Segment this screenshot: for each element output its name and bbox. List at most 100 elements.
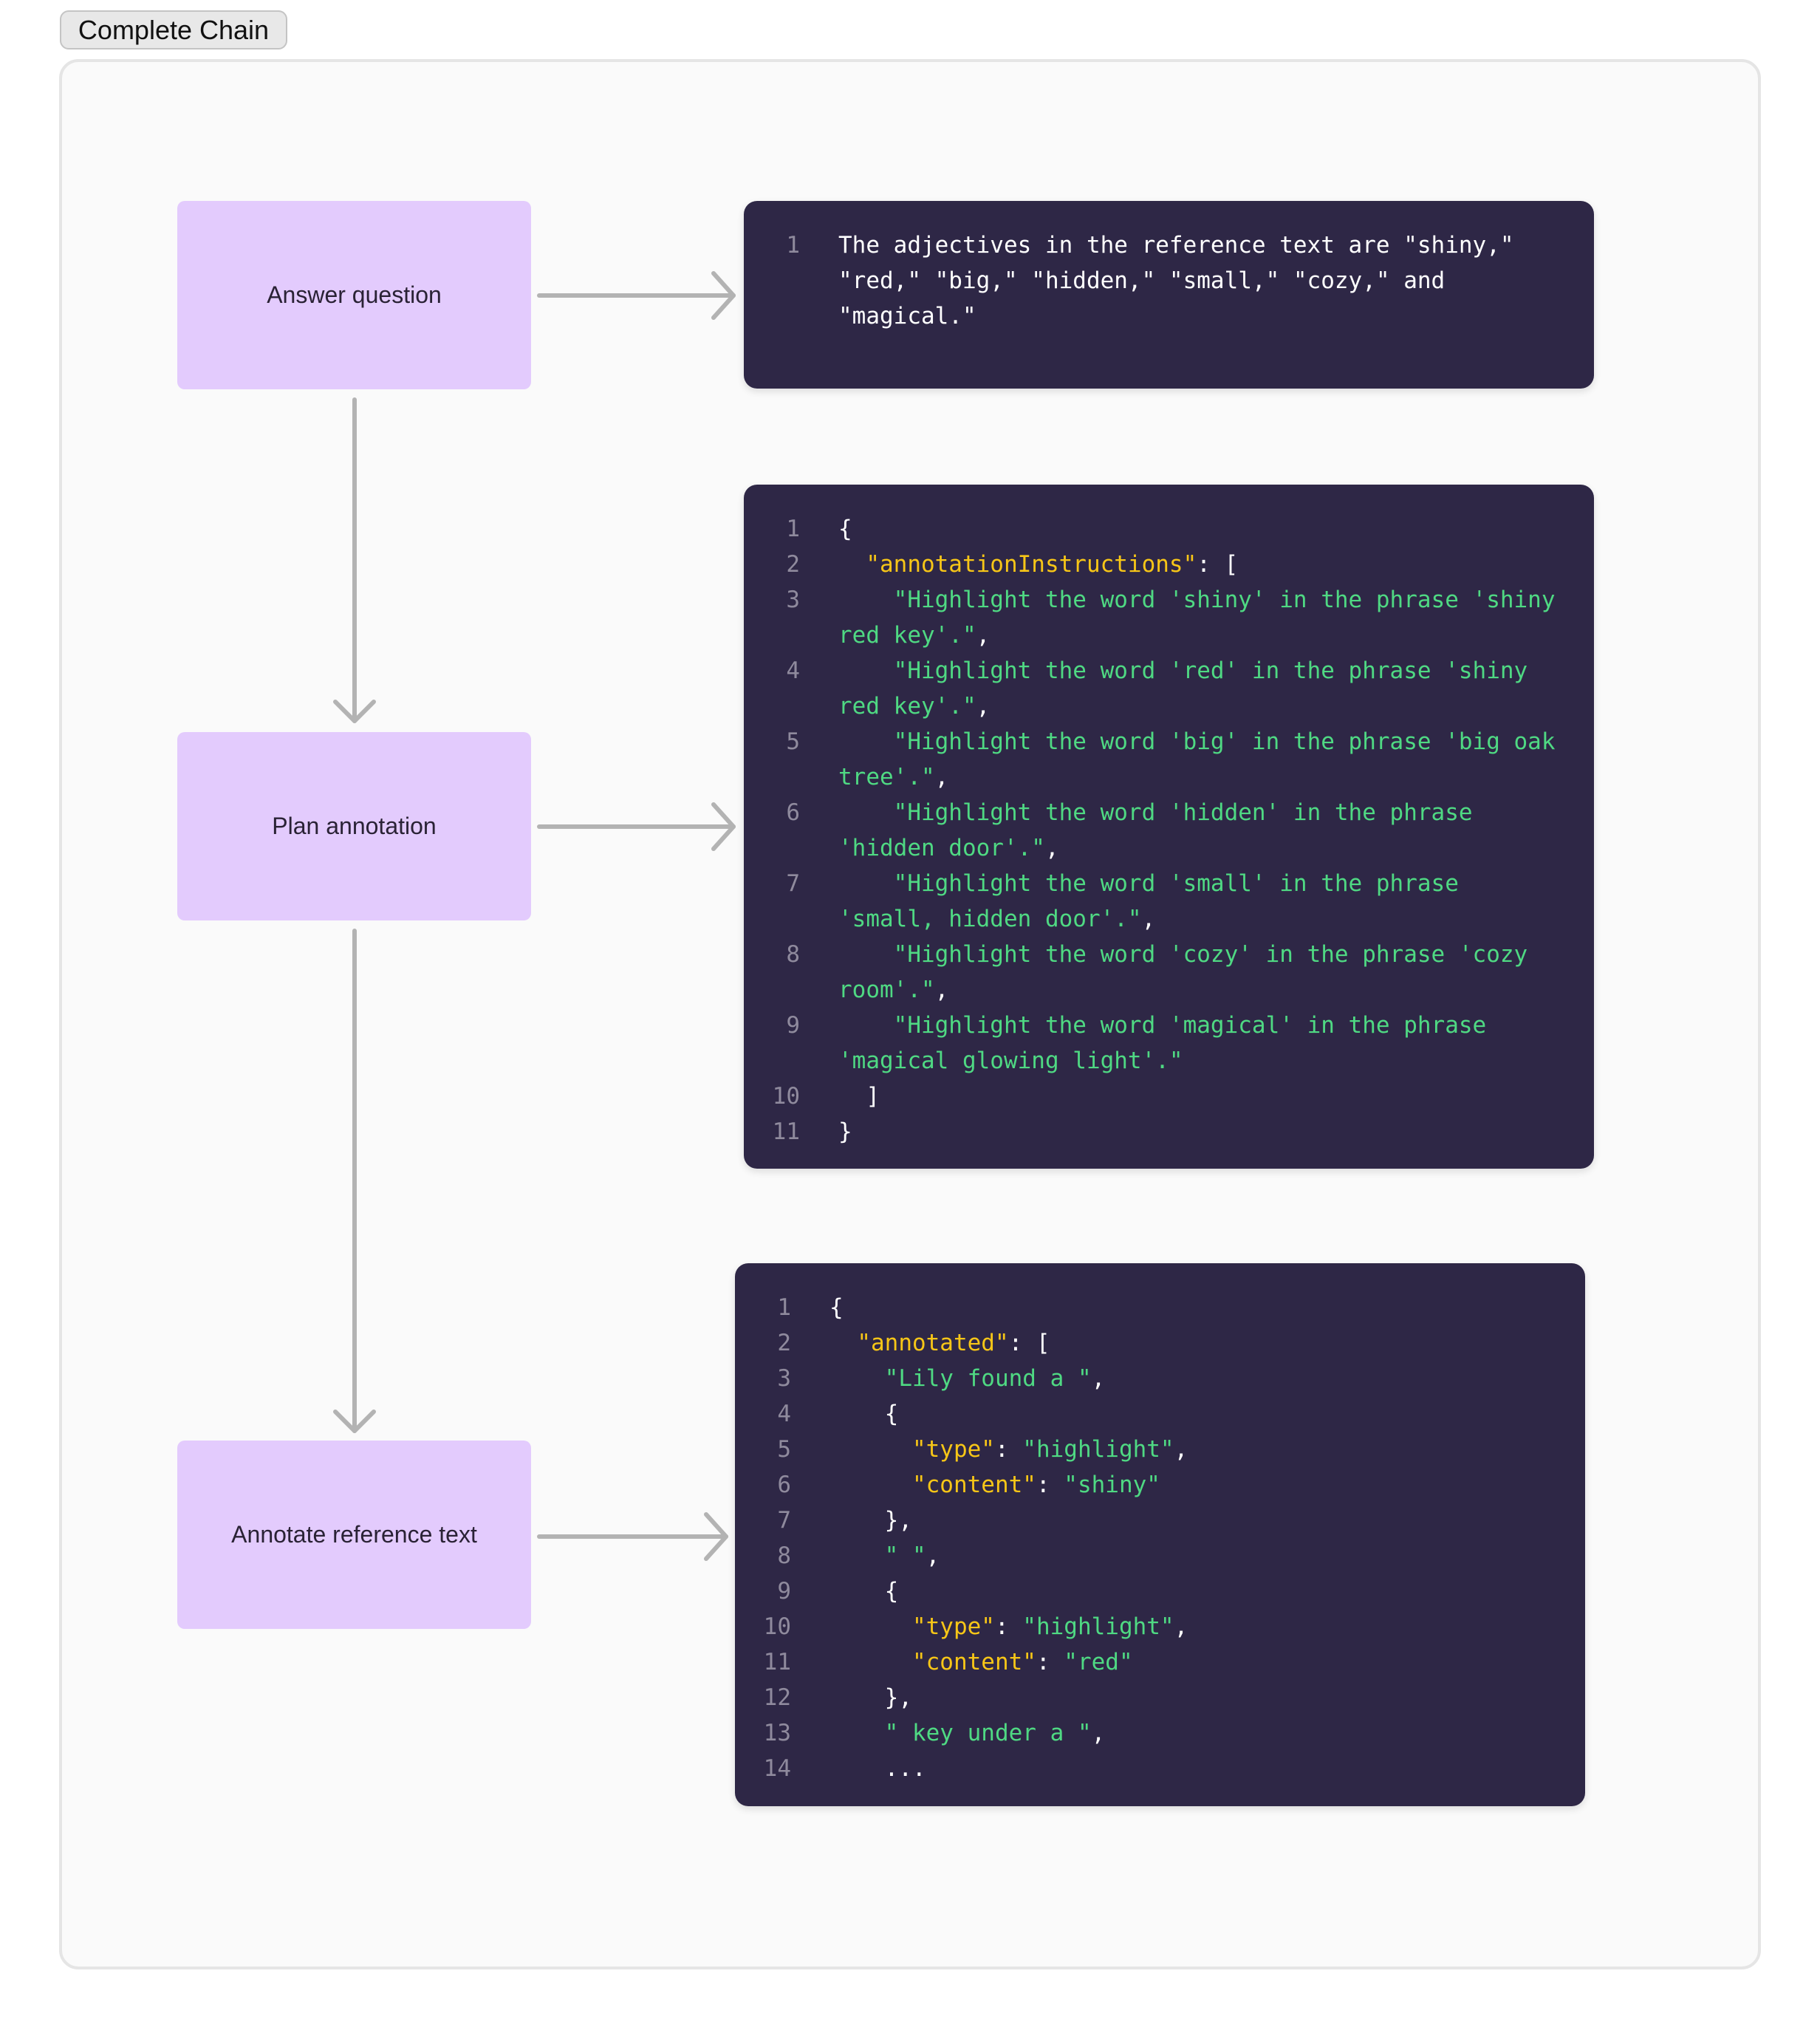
code-text: : (1036, 1649, 1064, 1675)
code-content: "type": "highlight", (829, 1432, 1556, 1467)
arrow-plan-to-annotate (333, 929, 376, 1433)
line-number: 1 (786, 516, 800, 542)
line-number: 5 (777, 1436, 791, 1463)
code-content: The adjectives in the reference text are… (838, 228, 1564, 334)
line-number: 12 (763, 1684, 791, 1711)
node-label: Annotate reference text (231, 1521, 477, 1548)
code-line: 8 " ", (735, 1538, 1556, 1574)
code-text: { (829, 1578, 899, 1605)
code-text: , (934, 764, 949, 790)
code-text: , (1091, 1365, 1106, 1392)
json-string: " key under a " (884, 1720, 1092, 1746)
code-text: : (994, 1436, 1023, 1463)
code-line: 7 }, (735, 1503, 1556, 1538)
json-key: "content" (911, 1472, 1036, 1498)
code-line: 1{ (744, 511, 1564, 547)
code-text: , (1141, 906, 1156, 932)
code-text: }, (829, 1507, 912, 1534)
code-text: , (976, 693, 991, 720)
code-line: 12 }, (735, 1680, 1556, 1715)
line-number: 10 (772, 1083, 800, 1110)
json-key: "annotationInstructions" (866, 551, 1197, 578)
code-content: ] (838, 1079, 1564, 1114)
code-line: 11 "content": "red" (735, 1644, 1556, 1680)
output-plan-annotation: 1{2 "annotationInstructions": [3 "Highli… (744, 485, 1594, 1169)
code-content: "annotationInstructions": [ (838, 547, 1564, 582)
json-string: "Highlight the word 'shiny' in the phras… (838, 587, 1570, 649)
arrow-plan-to-output (537, 802, 736, 851)
json-string: " " (884, 1542, 926, 1569)
code-content: "Highlight the word 'small' in the phras… (838, 866, 1564, 937)
code-content: "Highlight the word 'magical' in the phr… (838, 1008, 1564, 1079)
line-number: 7 (786, 870, 800, 897)
code-line: 1{ (735, 1290, 1556, 1325)
code-line: 9 "Highlight the word 'magical' in the p… (744, 1008, 1564, 1079)
code-line: 3 "Lily found a ", (735, 1361, 1556, 1396)
code-line: 6 "content": "shiny" (735, 1467, 1556, 1503)
code-content: "Lily found a ", (829, 1361, 1556, 1396)
code-content: { (838, 511, 1564, 547)
node-annotate-reference-text[interactable]: Annotate reference text (177, 1441, 531, 1629)
code-content: "Highlight the word 'big' in the phrase … (838, 724, 1564, 795)
code-text: , (1174, 1436, 1188, 1463)
node-answer-question[interactable]: Answer question (177, 201, 531, 389)
json-key: "type" (911, 1436, 995, 1463)
output-answer-question: 1 The adjectives in the reference text ar… (744, 201, 1594, 389)
code-content: ... (829, 1751, 1556, 1786)
line-number: 14 (763, 1755, 791, 1782)
code-line: 5 "Highlight the word 'big' in the phras… (744, 724, 1564, 795)
code-text: }, (829, 1684, 912, 1711)
json-string: "Highlight the word 'magical' in the phr… (838, 1012, 1500, 1074)
code-line: 3 "Highlight the word 'shiny' in the phr… (744, 582, 1564, 653)
line-number: 13 (763, 1720, 791, 1746)
code-content: "Highlight the word 'shiny' in the phras… (838, 582, 1564, 653)
code-text: , (976, 622, 991, 649)
arrow-answer-to-plan (333, 397, 376, 723)
json-string: "Lily found a " (884, 1365, 1092, 1392)
json-key: "annotated" (857, 1330, 1009, 1356)
line-number: 6 (786, 799, 800, 826)
json-key: "content" (911, 1649, 1036, 1675)
code-content: { (829, 1396, 1556, 1432)
code-content: }, (829, 1503, 1556, 1538)
code-content: { (829, 1574, 1556, 1609)
line-number: 11 (763, 1649, 791, 1675)
code-text: { (829, 1401, 899, 1427)
code-line: 10 "type": "highlight", (735, 1609, 1556, 1644)
code-line: 7 "Highlight the word 'small' in the phr… (744, 866, 1564, 937)
code-text: { (829, 1294, 844, 1321)
line-number: 11 (772, 1118, 800, 1145)
line-number: 8 (786, 941, 800, 968)
line-number: 3 (777, 1365, 791, 1392)
code-text: , (1044, 835, 1059, 861)
code-text: ... (829, 1755, 926, 1782)
arrow-annotate-to-output (537, 1512, 728, 1561)
line-number: 5 (786, 728, 800, 755)
node-plan-annotation[interactable]: Plan annotation (177, 732, 531, 920)
line-number: 8 (777, 1542, 791, 1569)
code-text: , (934, 977, 949, 1003)
code-text: : (1036, 1472, 1064, 1498)
code-content: "Highlight the word 'hidden' in the phra… (838, 795, 1564, 866)
code-line: 6 "Highlight the word 'hidden' in the ph… (744, 795, 1564, 866)
node-label: Plan annotation (272, 813, 437, 839)
line-number: 4 (786, 657, 800, 684)
code-line: 14 ... (735, 1751, 1556, 1786)
line-number: 10 (763, 1613, 791, 1640)
node-label: Answer question (267, 281, 442, 308)
json-key: "type" (911, 1613, 995, 1640)
code-line: 9 { (735, 1574, 1556, 1609)
json-string: "highlight" (1022, 1436, 1174, 1463)
code-text: : (994, 1613, 1023, 1640)
line-number: 9 (777, 1578, 791, 1605)
json-string: "highlight" (1022, 1613, 1174, 1640)
